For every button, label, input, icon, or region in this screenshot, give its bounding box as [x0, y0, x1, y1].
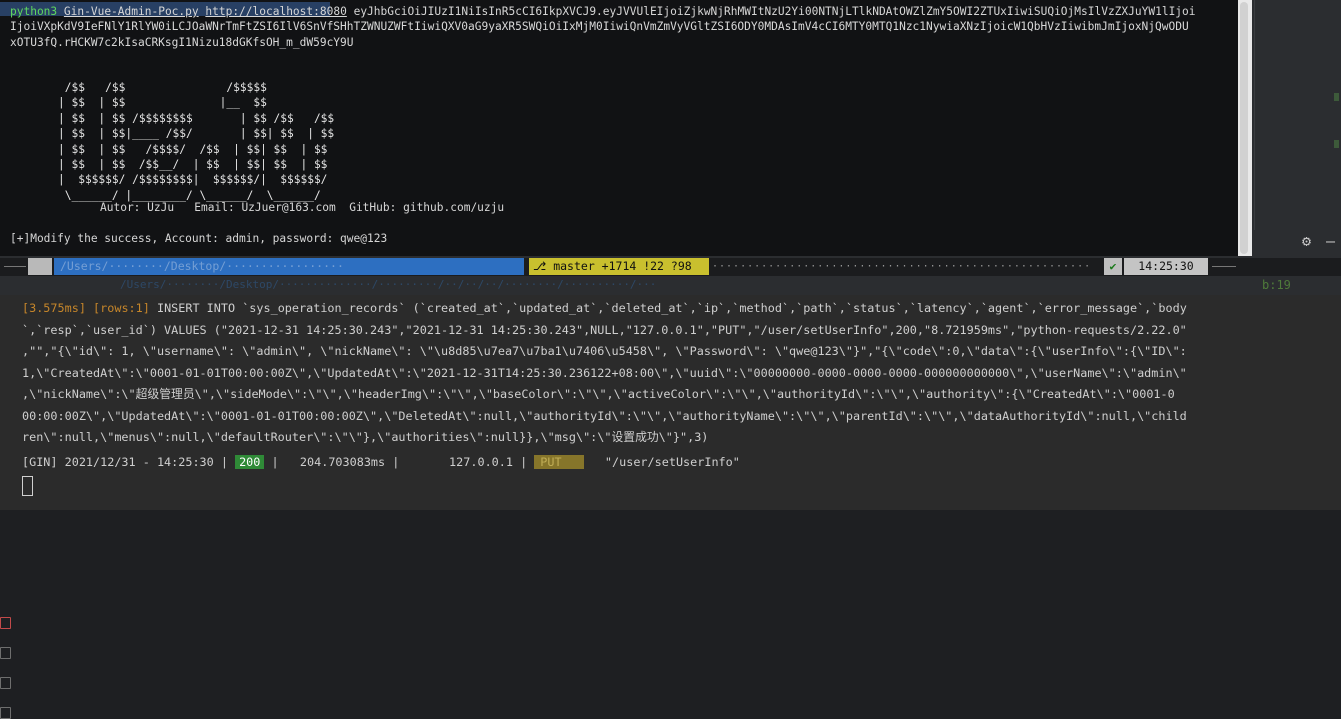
background-line-suffix: b:19 — [1262, 278, 1291, 292]
trash-icon[interactable] — [0, 677, 11, 689]
background-path-line: /Users/········/Desktop/··············/·… — [120, 278, 657, 291]
git-status-segment: ⎇ master +1714 !22 ?98 — [529, 258, 709, 275]
sql-log-line: 1,\"CreatedAt\":\"0001-01-01T00:00:00Z\"… — [22, 365, 1187, 380]
gin-method-badge: PUT — [534, 455, 584, 469]
git-status-label: master +1714 !22 ?98 — [553, 259, 692, 273]
status-dash — [1212, 266, 1236, 267]
editor-change-marker — [1334, 93, 1339, 101]
gin-path: "/user/setUserInfo" — [583, 455, 740, 469]
sql-log-line: ren\":null,\"menus\":null,\"defaultRoute… — [22, 430, 709, 444]
sql-log-line: `,`resp`,`user_id`) VALUES ("2021-12-31 … — [22, 322, 1187, 337]
apple-icon — [28, 258, 52, 275]
status-time: 14:25:30 — [1124, 258, 1208, 275]
sql-rows: [rows:1] — [93, 301, 150, 315]
editor-change-marker — [1334, 140, 1339, 148]
minimize-icon[interactable]: — — [1326, 232, 1335, 250]
powerline-status-bar: /Users/········/Desktop/················… — [0, 258, 1341, 276]
layout-icon[interactable] — [0, 647, 11, 659]
command-script[interactable]: Gin-Vue-Admin-Poc.py — [64, 5, 199, 18]
result-line: [+]Modify the success, Account: admin, p… — [10, 232, 388, 245]
command-token-part1: eyJhbGciOiJIUzI1NiIsInR5cCI6IkpXVCJ9.eyJ… — [353, 5, 1196, 18]
sql-text: INSERT INTO `sys_operation_records` (`cr… — [149, 301, 1187, 315]
author-line: Autor: UzJu Email: UzJuer@163.com GitHub… — [100, 201, 505, 214]
sql-time: [3.575ms] — [22, 301, 86, 315]
pin-icon[interactable] — [0, 707, 11, 719]
sql-log-line: [3.575ms] [rows:1] INSERT INTO `sys_oper… — [22, 298, 1187, 320]
gear-icon[interactable]: ⚙ — [1302, 232, 1311, 250]
command-line: python3 Gin-Vue-Admin-Poc.py http://loca… — [10, 4, 1196, 19]
gin-status-badge: 200 — [235, 455, 265, 469]
terminal-scrollbar-thumb[interactable] — [1240, 2, 1248, 254]
sql-log-line: 00:00:00Z\",\"UpdatedAt\":\"0001-01-01T0… — [22, 408, 1187, 423]
path-segment: /Users/········/Desktop/················… — [54, 258, 524, 275]
git-branch-icon: ⎇ — [533, 259, 547, 273]
gin-latency: | 204.703083ms | 127.0.0.1 | — [271, 455, 528, 469]
sql-log-line: ,\"nickName\":\"超级管理员\",\"sideMode\":\"\… — [22, 387, 1175, 401]
command-url[interactable]: http://localhost:8080 — [205, 5, 346, 18]
command-program: python3 — [10, 5, 58, 18]
ascii-banner: /$$ /$$ /$$$$$ | $$ | $$ |__ $$ | $$ | $… — [58, 81, 335, 202]
gin-log-line: [GIN] 2021/12/31 - 14:25:30 | 200 | 204.… — [22, 452, 740, 474]
check-icon: ✔ — [1104, 258, 1122, 275]
stop-icon[interactable] — [0, 617, 11, 629]
server-log-terminal[interactable]: [3.575ms] [rows:1] INSERT INTO `sys_oper… — [0, 295, 1341, 510]
status-fill-dots: ········································… — [712, 261, 1092, 272]
command-token-line: xOTU3fQ.rHCKW7c2kIsaCRKsgI1Nizu18dGKfsOH… — [10, 36, 354, 49]
status-dash — [4, 266, 26, 267]
editor-right-rail — [1254, 0, 1341, 230]
command-token-line: IjoiVXpKdV9IeFNlY1RlYW0iLCJOaWNrTmFtZSI6… — [10, 20, 1189, 33]
sql-log-line: ,"","{\"id\": 1, \"username\": \"admin\"… — [22, 344, 1187, 358]
poc-terminal-window[interactable]: python3 Gin-Vue-Admin-Poc.py http://loca… — [0, 0, 1238, 256]
terminal-cursor[interactable] — [22, 476, 33, 496]
gin-prefix: [GIN] 2021/12/31 - 14:25:30 | — [22, 455, 228, 469]
